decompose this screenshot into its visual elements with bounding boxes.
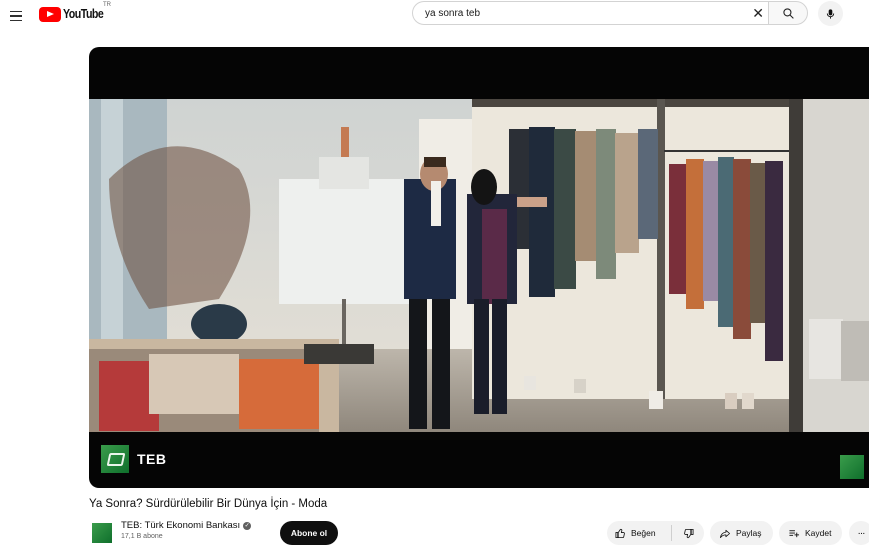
clear-icon[interactable]: ✕ [752,5,764,21]
mic-icon [826,8,835,19]
search-query: ya sonra teb [425,7,481,19]
like-dislike-group: Beğen [607,521,704,545]
share-label: Paylaş [736,528,762,538]
channel-name[interactable]: TEB: Türk Ekonomi Bankası [121,520,240,531]
logo-country-code: TR [103,2,111,8]
youtube-play-icon [39,6,61,22]
search-input[interactable]: ya sonra teb ✕ [412,1,772,25]
share-icon [720,529,730,538]
top-bar: YouTube TR ya sonra teb ✕ [0,0,869,34]
teb-watermark-icon [840,455,864,479]
youtube-logo[interactable]: YouTube TR [39,2,111,23]
video-title: Ya Sonra? Sürdürülebilir Bir Dünya İçin … [89,498,328,510]
thumbs-down-icon [683,528,693,538]
menu-icon[interactable] [8,6,28,26]
subscribe-button[interactable]: Abone ol [280,521,338,545]
dislike-button[interactable] [672,528,704,539]
share-button[interactable]: Paylaş [710,521,773,545]
verified-icon: ✓ [243,521,252,530]
video-scene-image [89,99,869,432]
search-button[interactable] [768,1,808,25]
video-player[interactable]: TEB [89,47,869,488]
channel-name-row[interactable]: TEB: Türk Ekonomi Bankası ✓ [121,520,252,531]
video-frame [89,99,869,432]
voice-search-button[interactable] [818,1,843,26]
player-brand-text: TEB [137,451,167,467]
more-actions-button[interactable]: ··· [849,521,869,545]
thumbs-up-icon [615,528,625,538]
channel-avatar[interactable] [92,523,112,543]
search-icon [782,7,794,19]
player-brand-overlay: TEB [101,445,167,473]
teb-logo-icon [101,445,129,473]
like-label: Beğen [631,528,656,538]
subscriber-count: 17,1 B abone [121,533,163,540]
save-label: Kaydet [805,528,832,538]
add-to-playlist-icon [789,529,800,537]
save-button[interactable]: Kaydet [779,521,842,545]
logo-text: YouTube [63,7,104,21]
like-button[interactable]: Beğen [607,528,671,539]
